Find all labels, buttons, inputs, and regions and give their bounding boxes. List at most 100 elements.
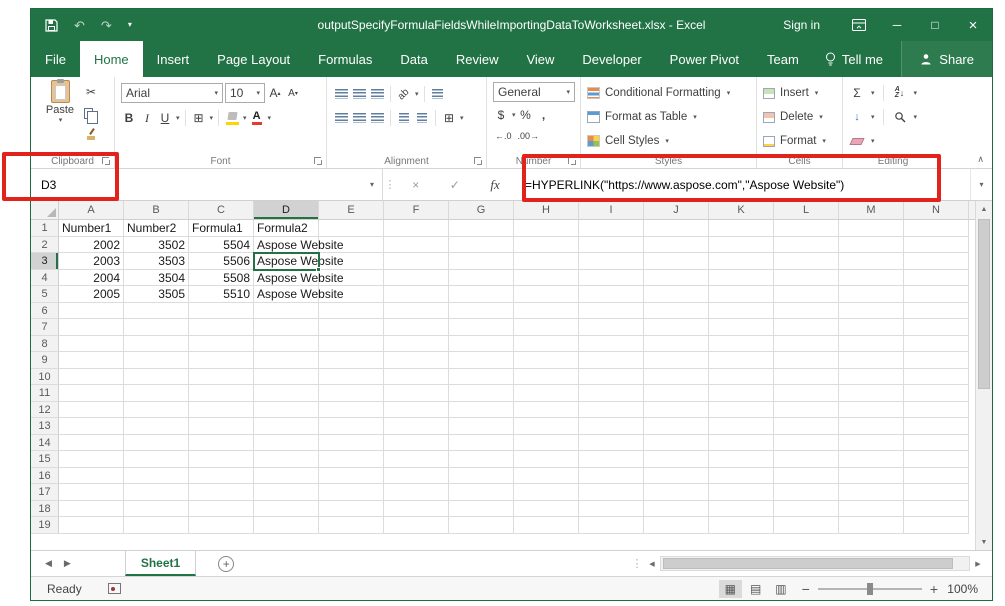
cell-styles-button[interactable]: Cell Styles ▾ xyxy=(587,129,750,153)
cell-N2[interactable] xyxy=(904,237,969,254)
cell-H9[interactable] xyxy=(514,352,579,369)
column-header-L[interactable]: L xyxy=(774,201,839,219)
cell-B18[interactable] xyxy=(124,501,189,518)
cell-I18[interactable] xyxy=(579,501,644,518)
cell-F4[interactable] xyxy=(384,270,449,287)
cell-F12[interactable] xyxy=(384,402,449,419)
cell-F9[interactable] xyxy=(384,352,449,369)
cell-E19[interactable] xyxy=(319,517,384,534)
cell-A7[interactable] xyxy=(59,319,124,336)
cell-I10[interactable] xyxy=(579,369,644,386)
vertical-scroll-track[interactable] xyxy=(976,217,992,534)
align-right-button[interactable] xyxy=(369,109,385,127)
cell-B3[interactable]: 3503 xyxy=(124,253,189,270)
column-header-M[interactable]: M xyxy=(839,201,904,219)
cell-K17[interactable] xyxy=(709,484,774,501)
cell-K2[interactable] xyxy=(709,237,774,254)
cell-N8[interactable] xyxy=(904,336,969,353)
zoom-slider-thumb[interactable] xyxy=(867,583,873,595)
cell-J17[interactable] xyxy=(644,484,709,501)
cell-B11[interactable] xyxy=(124,385,189,402)
cell-B16[interactable] xyxy=(124,468,189,485)
tab-developer[interactable]: Developer xyxy=(568,41,655,77)
cell-N7[interactable] xyxy=(904,319,969,336)
vertical-scroll-thumb[interactable] xyxy=(978,219,990,389)
zoom-out-button[interactable]: − xyxy=(794,581,818,597)
save-button[interactable] xyxy=(45,19,58,32)
row-header-9[interactable]: 9 xyxy=(31,352,59,369)
page-layout-view-button[interactable]: ▤ xyxy=(744,580,767,598)
cell-N17[interactable] xyxy=(904,484,969,501)
cell-G13[interactable] xyxy=(449,418,514,435)
zoom-in-button[interactable]: + xyxy=(922,581,946,597)
cell-M13[interactable] xyxy=(839,418,904,435)
orientation-button[interactable]: ab xyxy=(396,85,412,103)
cell-E16[interactable] xyxy=(319,468,384,485)
sign-in-button[interactable]: Sign in xyxy=(783,18,820,32)
cell-B4[interactable]: 3504 xyxy=(124,270,189,287)
cell-E17[interactable] xyxy=(319,484,384,501)
cell-M5[interactable] xyxy=(839,286,904,303)
cell-F10[interactable] xyxy=(384,369,449,386)
cell-C7[interactable] xyxy=(189,319,254,336)
cell-J2[interactable] xyxy=(644,237,709,254)
cell-L3[interactable] xyxy=(774,253,839,270)
cell-L14[interactable] xyxy=(774,435,839,452)
cell-F18[interactable] xyxy=(384,501,449,518)
cell-G2[interactable] xyxy=(449,237,514,254)
cell-H1[interactable] xyxy=(514,220,579,237)
cell-C5[interactable]: 5510 xyxy=(189,286,254,303)
scroll-right-button[interactable]: ▶ xyxy=(970,556,986,571)
cell-J13[interactable] xyxy=(644,418,709,435)
cell-I16[interactable] xyxy=(579,468,644,485)
cell-N12[interactable] xyxy=(904,402,969,419)
cell-K13[interactable] xyxy=(709,418,774,435)
name-box-dropdown-icon[interactable]: ▾ xyxy=(370,180,382,189)
cell-C2[interactable]: 5504 xyxy=(189,237,254,254)
tab-review[interactable]: Review xyxy=(442,41,513,77)
cell-G3[interactable] xyxy=(449,253,514,270)
cell-H8[interactable] xyxy=(514,336,579,353)
cell-E1[interactable] xyxy=(319,220,384,237)
cell-C1[interactable]: Formula1 xyxy=(189,220,254,237)
cell-A1[interactable]: Number1 xyxy=(59,220,124,237)
align-middle-button[interactable] xyxy=(351,85,367,103)
cell-A3[interactable]: 2003 xyxy=(59,253,124,270)
cell-G16[interactable] xyxy=(449,468,514,485)
cell-K4[interactable] xyxy=(709,270,774,287)
cell-H16[interactable] xyxy=(514,468,579,485)
cell-H5[interactable] xyxy=(514,286,579,303)
cell-F15[interactable] xyxy=(384,451,449,468)
cell-G19[interactable] xyxy=(449,517,514,534)
sheet-tab-sheet1[interactable]: Sheet1 xyxy=(125,551,196,576)
cell-D16[interactable] xyxy=(254,468,319,485)
cell-D13[interactable] xyxy=(254,418,319,435)
column-header-G[interactable]: G xyxy=(449,201,514,219)
cell-A4[interactable]: 2004 xyxy=(59,270,124,287)
cell-M7[interactable] xyxy=(839,319,904,336)
cell-F6[interactable] xyxy=(384,303,449,320)
cell-G17[interactable] xyxy=(449,484,514,501)
horizontal-scroll-track[interactable] xyxy=(660,556,970,571)
cell-N6[interactable] xyxy=(904,303,969,320)
enter-icon[interactable]: ✓ xyxy=(450,178,460,192)
number-format-select[interactable]: General▾ xyxy=(493,82,575,102)
row-header-11[interactable]: 11 xyxy=(31,385,59,402)
cell-E2[interactable] xyxy=(319,237,384,254)
cell-J8[interactable] xyxy=(644,336,709,353)
cell-C3[interactable]: 5506 xyxy=(189,253,254,270)
zoom-level[interactable]: 100% xyxy=(946,582,992,596)
cell-E11[interactable] xyxy=(319,385,384,402)
expand-formula-bar-icon[interactable]: ▾ xyxy=(970,169,992,200)
cell-G18[interactable] xyxy=(449,501,514,518)
cell-A18[interactable] xyxy=(59,501,124,518)
horizontal-scroll-thumb[interactable] xyxy=(663,558,953,569)
cell-E14[interactable] xyxy=(319,435,384,452)
cell-E9[interactable] xyxy=(319,352,384,369)
cell-J3[interactable] xyxy=(644,253,709,270)
cell-F13[interactable] xyxy=(384,418,449,435)
cell-I8[interactable] xyxy=(579,336,644,353)
cell-K10[interactable] xyxy=(709,369,774,386)
cell-C16[interactable] xyxy=(189,468,254,485)
cell-L11[interactable] xyxy=(774,385,839,402)
